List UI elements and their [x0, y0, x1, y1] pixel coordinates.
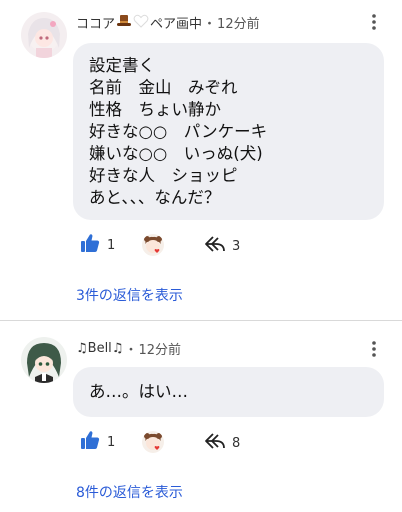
like-button[interactable]: 1 — [80, 430, 115, 454]
comment-text-line: 好きな人 ショッピ — [89, 166, 238, 185]
more-vert-icon[interactable] — [364, 341, 384, 357]
comment-text-line: あと、、、なんだ？ — [89, 188, 221, 207]
author-name[interactable]: ♫Bell♫ — [76, 341, 123, 356]
thumb-up-icon — [80, 430, 100, 454]
more-vert-icon[interactable] — [364, 14, 384, 30]
timestamp: 12分前 — [138, 343, 182, 358]
view-replies-link[interactable]: 8件の返信を表示 — [76, 482, 183, 502]
author-name[interactable]: ココア — [76, 13, 115, 32]
separator: ・ — [203, 17, 217, 32]
timestamp: 12分前 — [217, 17, 260, 32]
reply-icon — [204, 432, 226, 454]
comment-bubble: 設定書く 名前 金山 みぞれ 性格 ちょい静か 好きな○○ パンケーキ 嫌いな○… — [73, 43, 384, 220]
comment-bubble: あ…。はい… — [73, 367, 384, 417]
reply-button[interactable]: 8 — [204, 432, 240, 454]
view-replies-link[interactable]: 3件の返信を表示 — [76, 285, 183, 305]
separator: ・ — [124, 343, 138, 358]
comment-text-line: 嫌いな○○ いっぬ(犬) — [89, 144, 263, 163]
author-suffix: ペア画中 — [150, 17, 203, 32]
creator-heart-avatar — [142, 234, 164, 256]
avatar[interactable] — [21, 12, 67, 58]
heart-icon — [133, 14, 149, 32]
comment-text-line: 性格 ちょい静か — [89, 100, 221, 119]
comment-meta: ココア ペア画中 ・ 12分前 — [76, 13, 260, 32]
like-count: 1 — [107, 237, 116, 253]
creator-heart-avatar — [142, 431, 164, 453]
avatar[interactable] — [21, 337, 67, 383]
comment-text-line: 設定書く — [89, 56, 155, 75]
reply-button[interactable]: 3 — [204, 235, 240, 257]
comment-actions: 1 8 — [80, 430, 380, 454]
like-button[interactable]: 1 — [80, 233, 115, 257]
comment-meta: ♫Bell♫ ・ 12分前 — [76, 339, 181, 358]
hat-icon — [116, 14, 132, 32]
comment-text-line: 好きな○○ パンケーキ — [89, 122, 268, 141]
divider — [0, 320, 402, 321]
reply-count: 3 — [232, 238, 241, 254]
comment-text-line: 名前 金山 みぞれ — [89, 78, 238, 97]
comment-actions: 1 3 — [80, 233, 380, 257]
reply-count: 8 — [232, 435, 241, 451]
reply-icon — [204, 235, 226, 257]
thumb-up-icon — [80, 233, 100, 257]
like-count: 1 — [107, 434, 116, 450]
comment-text-line: あ…。はい… — [89, 382, 188, 401]
